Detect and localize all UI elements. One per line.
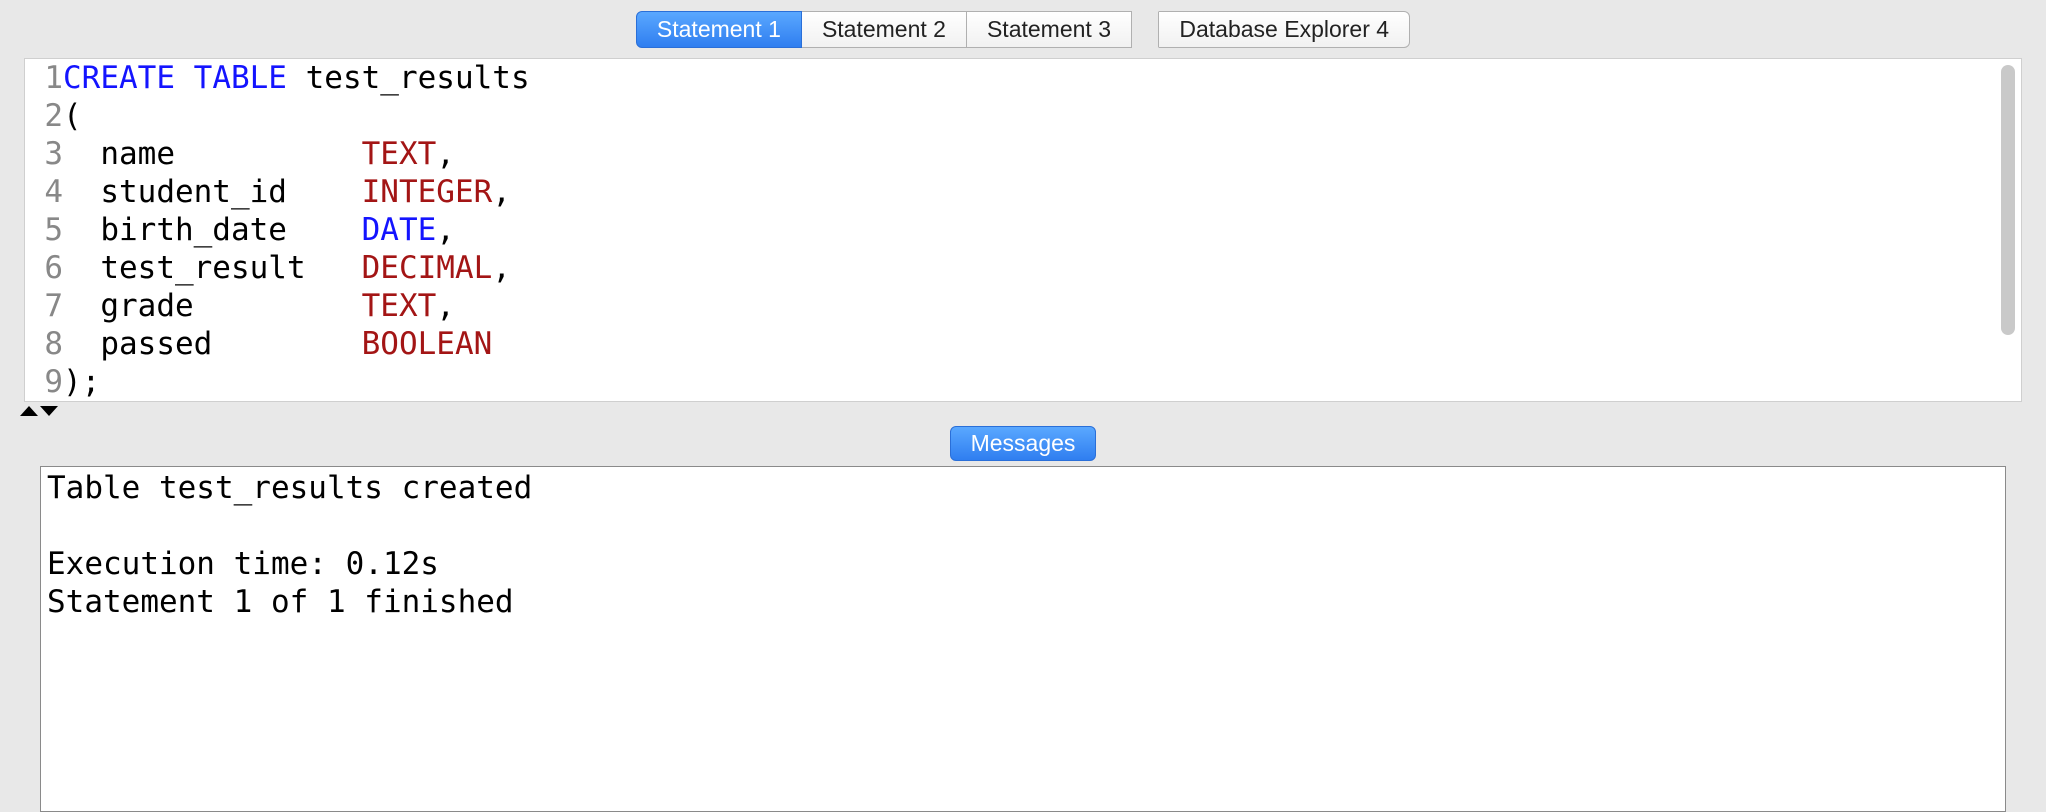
code-text[interactable]: student_id INTEGER, (63, 173, 511, 211)
tab-label: Database Explorer 4 (1179, 16, 1389, 42)
tab-statement-1[interactable]: Statement 1 (636, 11, 802, 48)
tab-label: Statement 1 (657, 16, 781, 42)
code-text[interactable]: ( (63, 97, 82, 135)
statement-tabbar: Statement 1 Statement 2 Statement 3 Databa… (636, 11, 1410, 48)
messages-output[interactable]: Table test_results created Execution tim… (41, 467, 2005, 623)
code-line[interactable]: 2( (25, 97, 2021, 135)
sql-workbench-window: Statement 1 Statement 2 Statement 3 Databa… (0, 0, 2046, 812)
code-line[interactable]: 4 student_id INTEGER, (25, 173, 2021, 211)
tab-database-explorer-4[interactable]: Database Explorer 4 (1159, 11, 1410, 48)
tab-spacer (1132, 11, 1159, 48)
line-number: 5 (25, 211, 63, 249)
code-line[interactable]: 8 passed BOOLEAN (25, 325, 2021, 363)
code-text[interactable]: birth_date DATE, (63, 211, 455, 249)
code-text[interactable]: grade TEXT, (63, 287, 455, 325)
code-line[interactable]: 9); (25, 363, 2021, 401)
code-text[interactable]: passed BOOLEAN (63, 325, 492, 363)
code-text[interactable]: CREATE TABLE test_results (63, 59, 530, 97)
code-line[interactable]: 1CREATE TABLE test_results (25, 59, 2021, 97)
editor-scrollbar[interactable] (2001, 65, 2015, 335)
line-number: 2 (25, 97, 63, 135)
tab-statement-3[interactable]: Statement 3 (967, 11, 1132, 48)
line-number: 4 (25, 173, 63, 211)
tab-messages[interactable]: Messages (950, 426, 1097, 461)
code-text[interactable]: name TEXT, (63, 135, 455, 173)
line-number: 8 (25, 325, 63, 363)
line-number: 6 (25, 249, 63, 287)
line-number: 7 (25, 287, 63, 325)
sql-editor-code[interactable]: 1CREATE TABLE test_results2(3 name TEXT,… (25, 59, 2021, 401)
line-number: 3 (25, 135, 63, 173)
sql-editor[interactable]: 1CREATE TABLE test_results2(3 name TEXT,… (24, 58, 2022, 402)
splitter-up-icon (20, 406, 38, 416)
code-line[interactable]: 5 birth_date DATE, (25, 211, 2021, 249)
code-line[interactable]: 6 test_result DECIMAL, (25, 249, 2021, 287)
tab-statement-2[interactable]: Statement 2 (802, 11, 967, 48)
line-number: 9 (25, 363, 63, 401)
statement-tabbar-area: Statement 1 Statement 2 Statement 3 Databa… (0, 0, 2046, 58)
splitter-down-icon (40, 406, 58, 416)
code-line[interactable]: 3 name TEXT, (25, 135, 2021, 173)
tab-messages-label: Messages (971, 430, 1076, 456)
pane-splitter[interactable] (0, 402, 2046, 420)
result-tabbar-area: Messages (0, 420, 2046, 466)
code-text[interactable]: test_result DECIMAL, (63, 249, 511, 287)
line-number: 1 (25, 59, 63, 97)
code-line[interactable]: 7 grade TEXT, (25, 287, 2021, 325)
tab-label: Statement 2 (822, 16, 946, 42)
tab-label: Statement 3 (987, 16, 1111, 42)
code-text[interactable]: ); (63, 363, 100, 401)
messages-panel: Table test_results created Execution tim… (40, 466, 2006, 812)
